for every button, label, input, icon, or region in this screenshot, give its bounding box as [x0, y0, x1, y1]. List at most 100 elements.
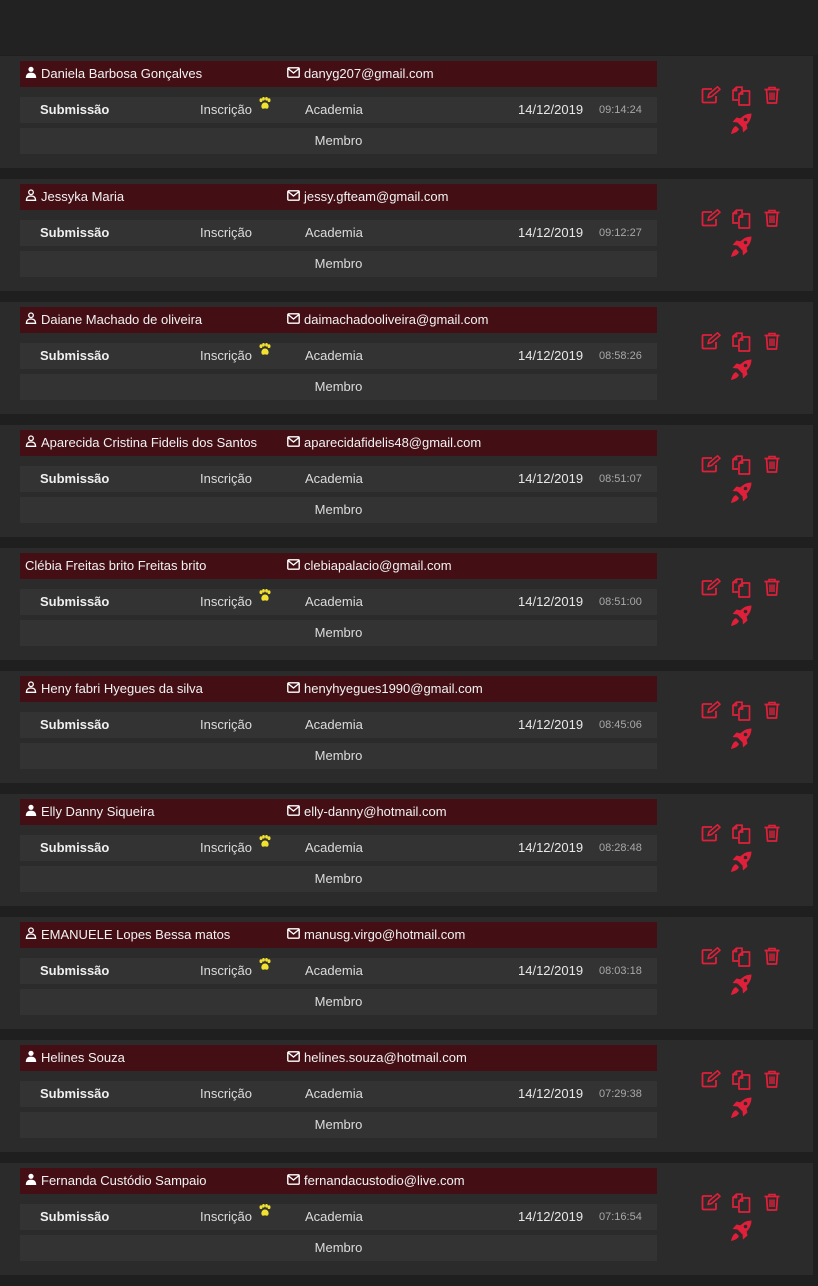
rocket-icon[interactable]	[729, 973, 753, 1000]
member-email: danyg207@gmail.com	[287, 61, 434, 87]
copy-icon[interactable]	[731, 824, 751, 847]
role-row: Membro	[20, 497, 657, 523]
member-email: elly-danny@hotmail.com	[287, 799, 447, 825]
action-buttons	[700, 699, 790, 759]
trash-icon[interactable]	[763, 947, 781, 968]
submission-time: 07:29:38	[599, 1088, 642, 1100]
role-label: Membro	[314, 133, 363, 148]
trash-icon[interactable]	[763, 578, 781, 599]
inscription-label: Inscrição	[200, 466, 252, 492]
action-buttons	[700, 207, 790, 267]
submission-date: 14/12/2019	[518, 840, 584, 855]
edit-icon[interactable]	[701, 455, 721, 476]
copy-icon[interactable]	[731, 1070, 751, 1093]
member-email-text: henyhyegues1990@gmail.com	[304, 681, 483, 696]
info-row: Submissão Inscrição Academia 14/12/2019 08:0…	[20, 958, 657, 984]
member-name: Aparecida Cristina Fidelis dos Santos	[25, 430, 257, 456]
submission-card: EMANUELE Lopes Bessa matos manusg.virgo@h…	[0, 917, 813, 1029]
member-name: Clébia Freitas brito Freitas brito	[25, 553, 206, 579]
submission-time: 07:16:54	[599, 1211, 642, 1223]
role-row: Membro	[20, 743, 657, 769]
member-email-text: manusg.virgo@hotmail.com	[304, 927, 466, 942]
copy-icon[interactable]	[731, 578, 751, 601]
submission-label: Submissão	[40, 471, 110, 486]
name-bar: Heny fabri Hyegues da silva henyhyegues19…	[20, 676, 657, 702]
submission-date: 14/12/2019	[518, 1086, 584, 1101]
rocket-icon[interactable]	[729, 727, 753, 754]
copy-icon[interactable]	[731, 209, 751, 232]
envelope-icon	[287, 430, 304, 456]
submission-time: 08:03:18	[599, 965, 642, 977]
submission-card: Clébia Freitas brito Freitas brito clebia…	[0, 548, 813, 660]
copy-icon[interactable]	[731, 86, 751, 109]
edit-icon[interactable]	[701, 86, 721, 107]
member-name: Helines Souza	[25, 1045, 125, 1071]
user-filled-icon	[25, 799, 41, 825]
trash-icon[interactable]	[763, 824, 781, 845]
info-row: Submissão Inscrição Academia 14/12/2019 07:1…	[20, 1204, 657, 1230]
inscription-label: Inscrição	[200, 589, 272, 615]
member-email-text: daimachadooliveira@gmail.com	[304, 312, 489, 327]
edit-icon[interactable]	[701, 824, 721, 845]
submission-card: Elly Danny Siqueira elly-danny@hotmail.co…	[0, 794, 813, 906]
trash-icon[interactable]	[763, 455, 781, 476]
edit-icon[interactable]	[701, 209, 721, 230]
copy-icon[interactable]	[731, 1193, 751, 1216]
submission-time: 08:58:26	[599, 350, 642, 362]
copy-icon[interactable]	[731, 701, 751, 724]
edit-icon[interactable]	[701, 947, 721, 968]
rocket-icon[interactable]	[729, 850, 753, 877]
paw-icon	[255, 97, 272, 123]
edit-icon[interactable]	[701, 332, 721, 353]
rocket-icon[interactable]	[729, 481, 753, 508]
member-name: Jessyka Maria	[25, 184, 124, 210]
submission-card: Fernanda Custódio Sampaio fernandacustodi…	[0, 1163, 813, 1275]
role-row: Membro	[20, 866, 657, 892]
submission-time: 09:12:27	[599, 227, 642, 239]
copy-icon[interactable]	[731, 947, 751, 970]
member-email-text: fernandacustodio@live.com	[304, 1173, 465, 1188]
copy-icon[interactable]	[731, 332, 751, 355]
paw-icon	[255, 589, 272, 615]
member-email-text: clebiapalacio@gmail.com	[304, 558, 452, 573]
copy-icon[interactable]	[731, 455, 751, 478]
academy-label: Academia	[305, 102, 363, 117]
member-name-text: Daniela Barbosa Gonçalves	[41, 66, 203, 81]
role-row: Membro	[20, 374, 657, 400]
user-filled-icon	[25, 1045, 41, 1071]
name-bar: Helines Souza helines.souza@hotmail.com	[20, 1045, 657, 1071]
edit-icon[interactable]	[701, 1193, 721, 1214]
role-label: Membro	[314, 502, 363, 517]
trash-icon[interactable]	[763, 209, 781, 230]
name-bar: Jessyka Maria jessy.gfteam@gmail.com	[20, 184, 657, 210]
inscription-label: Inscrição	[200, 835, 272, 861]
member-name-text: Daiane Machado de oliveira	[41, 312, 203, 327]
rocket-icon[interactable]	[729, 358, 753, 385]
edit-icon[interactable]	[701, 1070, 721, 1091]
role-row: Membro	[20, 1235, 657, 1261]
name-bar: EMANUELE Lopes Bessa matos manusg.virgo@h…	[20, 922, 657, 948]
rocket-icon[interactable]	[729, 112, 753, 139]
edit-icon[interactable]	[701, 578, 721, 599]
rocket-icon[interactable]	[729, 1096, 753, 1123]
role-row: Membro	[20, 989, 657, 1015]
trash-icon[interactable]	[763, 701, 781, 722]
member-name: EMANUELE Lopes Bessa matos	[25, 922, 230, 948]
edit-icon[interactable]	[701, 701, 721, 722]
inscription-label: Inscrição	[200, 97, 272, 123]
role-label: Membro	[314, 1117, 363, 1132]
top-bar	[0, 0, 818, 55]
rocket-icon[interactable]	[729, 604, 753, 631]
envelope-icon	[287, 307, 304, 333]
member-name-text: Aparecida Cristina Fidelis dos Santos	[41, 435, 258, 450]
rocket-icon[interactable]	[729, 235, 753, 262]
academy-label: Academia	[305, 717, 363, 732]
submission-label: Submissão	[40, 102, 110, 117]
trash-icon[interactable]	[763, 1193, 781, 1214]
trash-icon[interactable]	[763, 332, 781, 353]
trash-icon[interactable]	[763, 1070, 781, 1091]
trash-icon[interactable]	[763, 86, 781, 107]
rocket-icon[interactable]	[729, 1219, 753, 1246]
inscription-text: Inscrição	[200, 471, 253, 486]
envelope-icon	[287, 553, 304, 579]
